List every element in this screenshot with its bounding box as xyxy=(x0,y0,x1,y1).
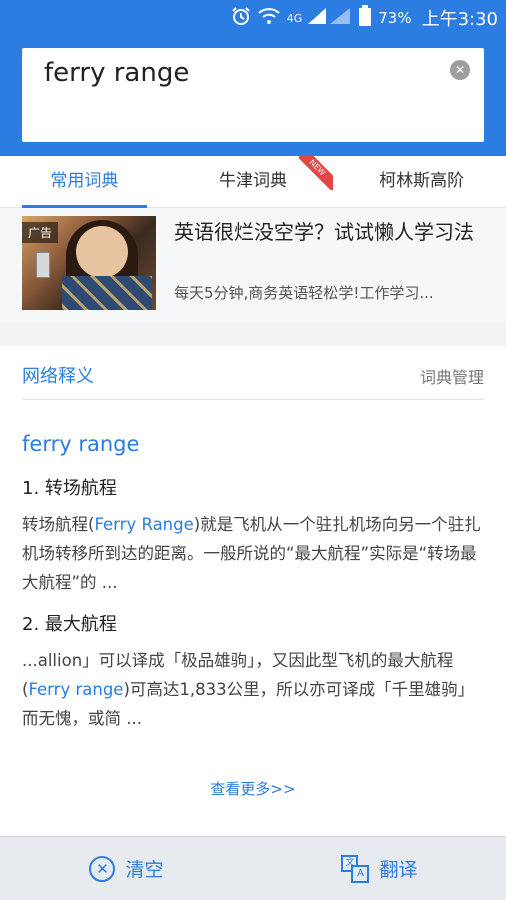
clear-button[interactable]: ✕ 清空 xyxy=(0,837,253,900)
definition-text: 转场航程(Ferry Range)就是飞机从一个驻扎机场向另一个驻扎机场转移所到… xyxy=(22,515,481,592)
clear-label: 清空 xyxy=(125,859,164,881)
dictionary-manage-link[interactable]: 词典管理 xyxy=(420,364,484,388)
highlight-term: Ferry range xyxy=(28,680,124,699)
clock: 上午3:30 xyxy=(421,9,498,30)
web-definitions-card: 网络释义 词典管理 ferry range 1. 转场航程 转场航程(Ferry… xyxy=(0,346,506,836)
section-header: 网络释义 词典管理 xyxy=(22,362,484,400)
section-title: 网络释义 xyxy=(22,366,94,387)
battery-percent: 73% xyxy=(378,9,412,27)
see-more-link[interactable]: 查看更多>> xyxy=(0,778,506,799)
wifi-icon xyxy=(257,6,281,30)
alarm-icon xyxy=(231,6,251,30)
definition-text: ...allion」可以译成「极品雄驹」，又因此型飞机的最大航程(Ferry r… xyxy=(22,651,475,728)
status-bar: 4G 73% 上午3:30 xyxy=(231,0,498,36)
network-label: 4G xyxy=(286,11,303,25)
translate-button[interactable]: 文A 翻译 xyxy=(253,837,506,900)
search-box: ✕ xyxy=(22,48,484,142)
definition-title: 1. 转场航程 xyxy=(22,478,117,499)
translate-label: 翻译 xyxy=(379,859,418,881)
signal-icon xyxy=(308,6,352,30)
ad-image: 广告 xyxy=(22,216,156,310)
search-term: ferry range xyxy=(22,432,140,456)
ad-description: 每天5分钟,商务英语轻松学!工作学习... xyxy=(174,284,434,302)
translate-icon: 文A xyxy=(341,854,370,883)
highlight-term: Ferry Range xyxy=(94,515,194,534)
tab-oxford-dictionary[interactable]: 牛津词典 NEW xyxy=(169,156,338,207)
tab-collins-dictionary[interactable]: 柯林斯高阶 xyxy=(337,156,506,207)
search-input[interactable] xyxy=(44,58,444,88)
definition-title: 2. 最大航程 xyxy=(22,614,117,635)
battery-icon xyxy=(358,5,372,31)
bottom-bar: ✕ 清空 文A 翻译 xyxy=(0,836,506,900)
ad-banner[interactable]: 广告 英语很烂没空学？试试懒人学习法 每天5分钟,商务英语轻松学!工作学习... xyxy=(0,208,506,322)
dictionary-tabs: 常用词典 牛津词典 NEW 柯林斯高阶 xyxy=(0,156,506,208)
clear-circle-icon: ✕ xyxy=(89,855,116,882)
new-badge: NEW xyxy=(299,156,334,190)
definition-item: 2. 最大航程 ...allion」可以译成「极品雄驹」，又因此型飞机的最大航程… xyxy=(22,610,484,733)
clear-icon[interactable]: ✕ xyxy=(450,60,470,80)
definition-item: 1. 转场航程 转场航程(Ferry Range)就是飞机从一个驻扎机场向另一个… xyxy=(22,474,484,597)
ad-title: 英语很烂没空学？试试懒人学习法 xyxy=(174,220,474,244)
tab-common-dictionary[interactable]: 常用词典 xyxy=(0,156,169,208)
app-header: 4G 73% 上午3:30 ✕ xyxy=(0,0,506,156)
ad-label: 广告 xyxy=(22,222,59,243)
